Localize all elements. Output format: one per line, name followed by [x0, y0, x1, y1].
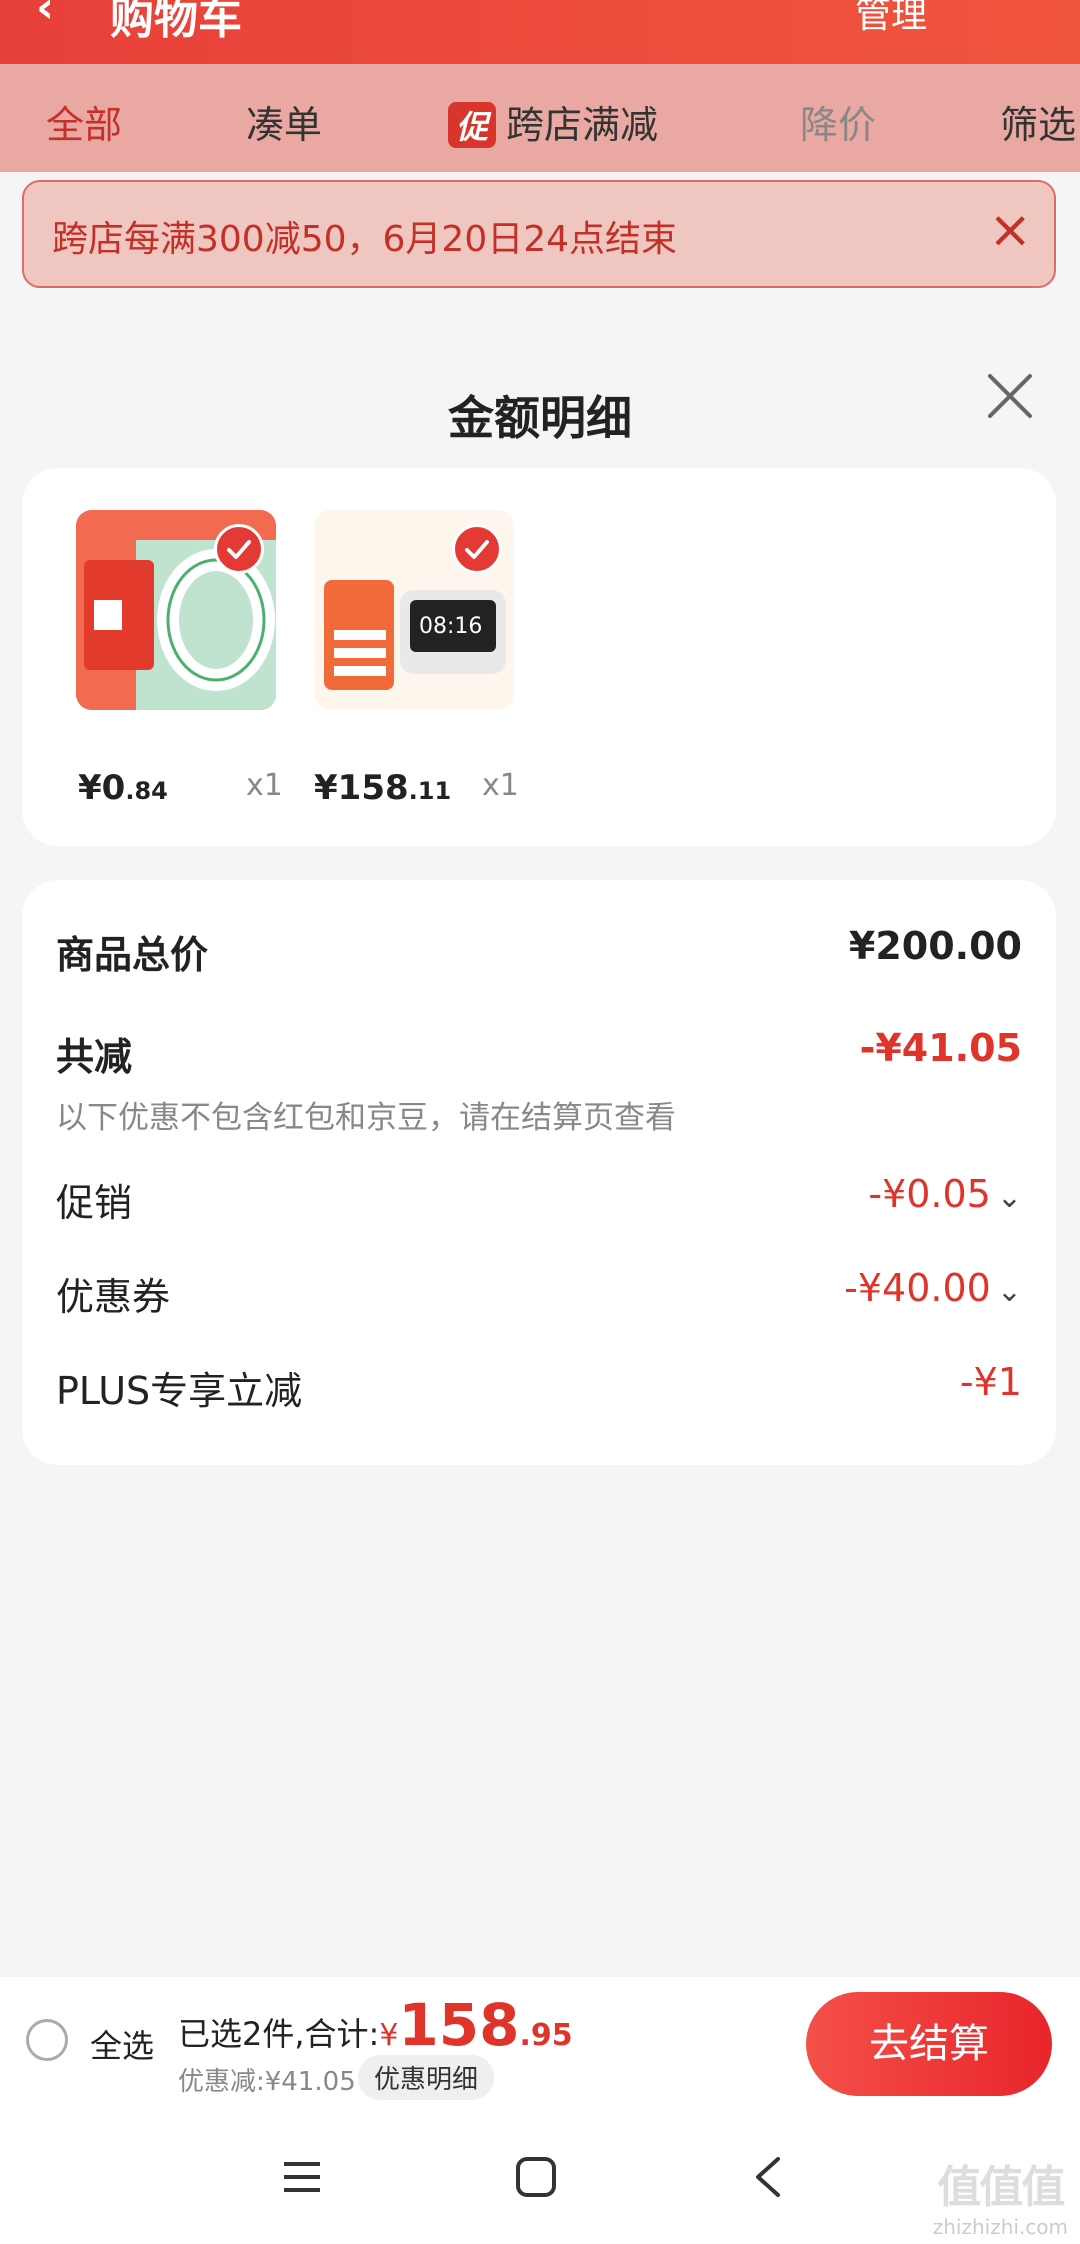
tab-bundle[interactable]: 凑单 — [246, 94, 322, 149]
menu-icon[interactable] — [280, 2155, 324, 2199]
back-icon[interactable]: ‹ — [36, 0, 54, 33]
promo-banner: 跨店每满300减50，6月20日24点结束 × — [22, 180, 1056, 288]
selected-count-text: 已选2件,合计: — [178, 2015, 380, 2053]
amount-detail-sheet: 金额明细 08:16 ¥0.84 x1 ¥158.11 x1 商品总价 ¥200… — [0, 330, 1080, 1980]
tab-cross-store[interactable]: 促跨店满减 — [448, 94, 658, 149]
filter-tabs: 全部 凑单 促跨店满减 降价 筛选 — [0, 64, 1080, 172]
promotion-label: 促销 — [56, 1181, 133, 1225]
promo-banner-text: 跨店每满300减50，6月20日24点结束 — [52, 219, 678, 260]
discount-detail-button[interactable]: 优惠明细 — [358, 2055, 495, 2100]
close-icon[interactable]: × — [988, 200, 1032, 260]
item-quantity: x1 — [482, 768, 519, 803]
back-icon[interactable] — [748, 2153, 788, 2201]
coupon-label: 优惠券 — [56, 1275, 171, 1319]
checked-icon[interactable] — [452, 524, 502, 574]
price-summary-card: 商品总价 ¥200.00 共减 -¥41.05 以下优惠不包含红包和京豆，请在结… — [22, 880, 1056, 1465]
promotion-row[interactable]: -¥0.05 ⌄ — [868, 1172, 1022, 1216]
select-all-checkbox[interactable] — [26, 2019, 68, 2061]
select-all-label[interactable]: 全选 — [90, 2021, 154, 2067]
system-nav-bar: 值值值 zhizhizhi.com — [0, 2111, 1080, 2244]
discount-summary: 优惠减:¥41.05 — [178, 2067, 356, 2097]
checkout-bar: 全选 已选2件,合计:¥158.95 优惠减:¥41.05 优惠明细 去结算 — [0, 1977, 1080, 2111]
manage-button[interactable]: 管理 — [855, 0, 927, 38]
close-icon[interactable] — [982, 368, 1038, 424]
discount-value: -¥41.05 — [859, 1026, 1022, 1070]
tab-all[interactable]: 全部 — [46, 94, 122, 149]
tape-product-image[interactable] — [76, 510, 276, 710]
smart-speaker-product-image[interactable]: 08:16 — [314, 510, 514, 710]
plus-discount-value: -¥1 — [959, 1360, 1022, 1404]
total-amount: 158 — [398, 1991, 520, 2059]
coupon-row[interactable]: -¥40.00 ⌄ — [844, 1266, 1022, 1310]
chevron-down-icon: ⌄ — [996, 1274, 1022, 1309]
watermark-text: zhizhizhi.com — [932, 2215, 1068, 2239]
tab-price-drop[interactable]: 降价 — [800, 94, 876, 149]
item-quantity: x1 — [246, 768, 283, 803]
sheet-title: 金额明细 — [448, 391, 632, 445]
tab-filter[interactable]: 筛选 — [1000, 94, 1076, 149]
chevron-down-icon: ⌄ — [996, 1180, 1022, 1215]
watermark-logo: 值值值 zhizhizhi.com — [932, 2162, 1068, 2239]
discount-label: 共减 — [56, 1035, 133, 1079]
total-summary: 已选2件,合计:¥158.95 — [178, 1991, 573, 2059]
coupon-value: -¥40.00 — [844, 1266, 991, 1310]
promo-badge: 促 — [448, 102, 497, 148]
total-label: 商品总价 — [56, 933, 209, 977]
discount-note: 以下优惠不包含红包和京豆，请在结算页查看 — [56, 1100, 676, 1136]
checked-icon[interactable] — [214, 524, 264, 574]
plus-discount-label: PLUS专享立减 — [56, 1369, 303, 1413]
item-price: ¥158.11 — [314, 768, 452, 808]
currency-symbol: ¥ — [379, 2018, 399, 2053]
header-bar: ‹ 购物车 管理 — [0, 0, 1080, 64]
products-card: 08:16 ¥0.84 x1 ¥158.11 x1 — [22, 468, 1056, 846]
svg-text:08:16: 08:16 — [419, 614, 482, 639]
home-icon[interactable] — [512, 2153, 560, 2201]
tab-cross-store-label: 跨店满减 — [506, 103, 659, 147]
checkout-button[interactable]: 去结算 — [806, 1992, 1052, 2096]
total-value: ¥200.00 — [848, 924, 1022, 968]
total-amount-decimal: .95 — [519, 2018, 573, 2053]
promotion-value: -¥0.05 — [868, 1172, 991, 1216]
page-title: 购物车 — [110, 0, 242, 44]
item-price: ¥0.84 — [78, 768, 168, 808]
